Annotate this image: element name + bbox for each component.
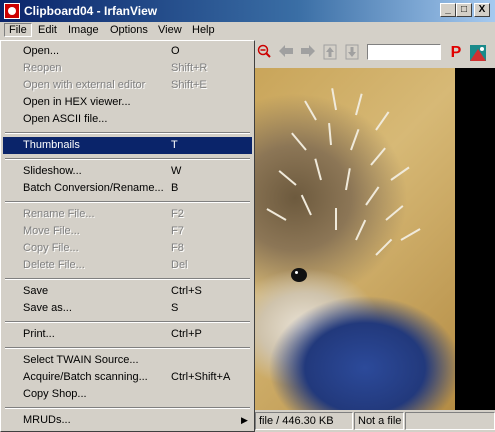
menu-item-copy-shop[interactable]: Copy Shop... — [3, 386, 252, 403]
maximize-button[interactable]: □ — [456, 3, 472, 17]
menu-help[interactable]: Help — [188, 24, 219, 36]
paint-icon[interactable]: P — [447, 44, 465, 62]
menu-separator — [5, 278, 250, 280]
menu-edit[interactable]: Edit — [34, 24, 61, 36]
menu-item-rename-file[interactable]: Rename File... F2 — [3, 206, 252, 223]
hedgehog-photo — [255, 68, 455, 410]
status-filesize: file / 446.30 KB — [255, 412, 353, 430]
menu-file[interactable]: File — [4, 23, 32, 37]
menu-item-select-twain[interactable]: Select TWAIN Source... — [3, 352, 252, 369]
image-area[interactable] — [255, 68, 495, 410]
menu-item-open[interactable]: Open... O — [3, 43, 252, 60]
menu-separator — [5, 201, 250, 203]
menu-item-mruds[interactable]: MRUDs... ▶ — [3, 412, 252, 429]
menu-separator — [5, 347, 250, 349]
menu-item-thumbnails[interactable]: Thumbnails T — [3, 137, 252, 154]
file-menu-dropdown: Open... O Reopen Shift+R Open with externa… — [0, 40, 255, 432]
status-filename: Not a file — [354, 412, 404, 430]
menu-item-open-external-editor[interactable]: Open with external editor Shift+E — [3, 77, 252, 94]
hedgehog-eye — [291, 268, 307, 282]
menu-item-save[interactable]: Save Ctrl+S — [3, 283, 252, 300]
menu-item-open-hex[interactable]: Open in HEX viewer... — [3, 94, 252, 111]
menu-item-slideshow[interactable]: Slideshow... W — [3, 163, 252, 180]
title-bar[interactable]: Clipboard04 - IrfanView _ □ X — [0, 0, 495, 22]
menu-separator — [5, 132, 250, 134]
submenu-arrow-icon: ▶ — [241, 415, 248, 425]
logo-icon[interactable] — [469, 44, 487, 62]
minimize-button[interactable]: _ — [440, 3, 456, 17]
first-icon[interactable] — [321, 44, 339, 62]
window-title: Clipboard04 - IrfanView — [24, 4, 158, 18]
last-icon[interactable] — [343, 44, 361, 62]
search-input[interactable] — [367, 44, 441, 60]
status-panel-extra — [405, 412, 495, 430]
close-button[interactable]: X — [474, 3, 490, 17]
menu-item-move-file[interactable]: Move File... F7 — [3, 223, 252, 240]
toolbar: P — [255, 40, 495, 66]
zoom-out-icon[interactable] — [255, 44, 273, 62]
menu-view[interactable]: View — [154, 24, 186, 36]
menu-separator — [5, 321, 250, 323]
menu-image[interactable]: Image — [64, 24, 103, 36]
menu-separator — [5, 158, 250, 160]
menu-item-print[interactable]: Print... Ctrl+P — [3, 326, 252, 343]
menu-item-acquire-batch[interactable]: Acquire/Batch scanning... Ctrl+Shift+A — [3, 369, 252, 386]
menu-item-open-ascii[interactable]: Open ASCII file... — [3, 111, 252, 128]
menu-item-copy-file[interactable]: Copy File... F8 — [3, 240, 252, 257]
menu-item-reopen[interactable]: Reopen Shift+R — [3, 60, 252, 77]
next-icon[interactable] — [299, 44, 317, 62]
irfanview-window: Clipboard04 - IrfanView _ □ X File Edit … — [0, 0, 495, 432]
menu-separator — [5, 407, 250, 409]
menu-item-save-as[interactable]: Save as... S — [3, 300, 252, 317]
menu-item-batch-conversion[interactable]: Batch Conversion/Rename... B — [3, 180, 252, 197]
menu-item-delete-file[interactable]: Delete File... Del — [3, 257, 252, 274]
app-icon[interactable] — [4, 3, 20, 19]
prev-icon[interactable] — [277, 44, 295, 62]
menu-bar: File Edit Image Options View Help — [0, 22, 495, 40]
menu-options[interactable]: Options — [106, 24, 152, 36]
